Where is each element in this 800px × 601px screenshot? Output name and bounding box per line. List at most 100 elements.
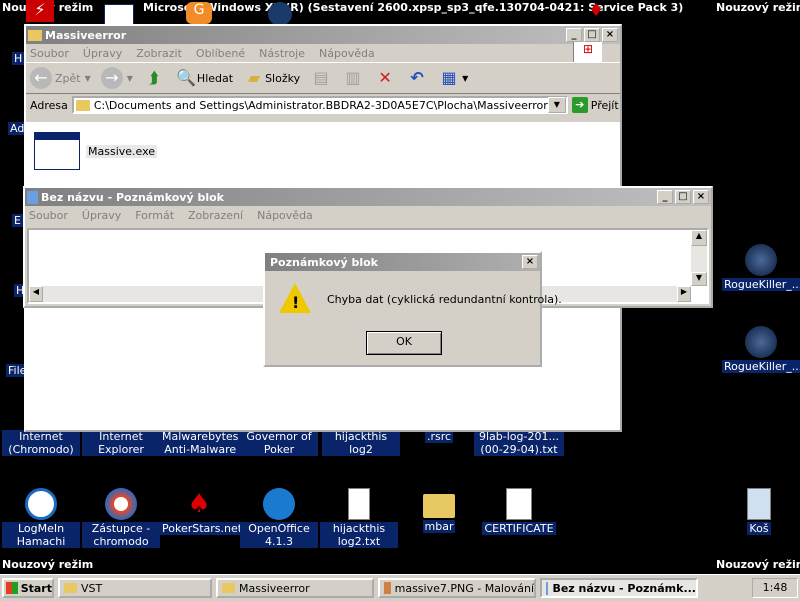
delete-x-icon: ✕ [378, 68, 392, 87]
close-button[interactable]: × [522, 255, 538, 269]
paint-icon [384, 582, 391, 594]
menu-zobrazeni[interactable]: Zobrazení [188, 209, 243, 222]
ok-button[interactable]: OK [366, 331, 442, 355]
task-paint[interactable]: massive7.PNG - Malování [378, 578, 536, 598]
forward-button[interactable]: → ▼ [100, 67, 133, 89]
menu-oblibene[interactable]: Oblíbené [196, 47, 245, 60]
dialog-titlebar[interactable]: Poznámkový blok × [265, 253, 540, 271]
explorer-toolbar: ← Zpět ▼ → ▼ ⮭ 🔍 Hledat ▰ Složky ▤ ▥ ✕ ↶ [26, 62, 620, 94]
partial-icon-label-1[interactable]: H [12, 52, 25, 65]
maximize-button[interactable]: □ [584, 28, 600, 42]
scroll-left-icon[interactable]: ◀ [29, 286, 43, 302]
task-vst[interactable]: VST [58, 578, 212, 598]
task-label: massive7.PNG - Malování [394, 581, 534, 595]
desktop-icon-hijackthis-log2[interactable]: hijackthis log2 [322, 430, 400, 456]
back-button[interactable]: ← Zpět ▼ [30, 67, 91, 89]
windows-flag-icon [6, 582, 18, 594]
copy-to-icon: ▥ [345, 68, 361, 87]
file-item-massive-exe[interactable]: Massive.exe [34, 132, 158, 170]
desktop-icon-label: RogueKiller_... [722, 278, 800, 291]
desktop-icon-label: RogueKiller_... [722, 360, 800, 373]
globe-icon[interactable] [268, 2, 292, 26]
task-label: VST [81, 581, 103, 595]
menu-nastroje[interactable]: Nástroje [259, 47, 305, 60]
clock[interactable]: 1:48 [752, 578, 798, 598]
scroll-down-icon[interactable]: ▼ [691, 272, 707, 286]
vertical-scrollbar[interactable]: ▲ ▼ [691, 230, 707, 286]
scroll-up-icon[interactable]: ▲ [691, 230, 707, 246]
minimize-button[interactable]: _ [566, 28, 582, 42]
desktop-icon-mbar[interactable]: mbar [400, 488, 478, 533]
desktop-icon-label: OpenOffice 4.1.3 [240, 522, 318, 548]
address-dropdown-icon[interactable]: ▼ [547, 97, 566, 113]
desktop-icon-logmein-hamachi[interactable]: LogMeIn Hamachi [2, 488, 80, 548]
go-button[interactable]: ➔ Přejít [571, 97, 619, 113]
desktop-icon-internet-explorer[interactable]: Internet Explorer [82, 430, 160, 456]
desktop-icon-certificate[interactable]: CERTIFICATE [480, 488, 558, 535]
menu-soubor[interactable]: Soubor [30, 47, 69, 60]
task-notepad[interactable]: Bez názvu - Poznámk... [540, 578, 698, 598]
folder-icon [28, 29, 42, 41]
minimize-button[interactable]: _ [657, 190, 673, 204]
orange-app-icon[interactable]: G [186, 2, 212, 24]
delete-button[interactable]: ✕ [374, 67, 396, 89]
up-folder-button[interactable]: ⮭ [143, 67, 165, 89]
desktop-icon-9lab-log[interactable]: 9lab-log-201... (00-29-04).txt [474, 430, 564, 456]
address-bar: Adresa C:\Documents and Settings\Adminis… [26, 94, 620, 116]
menu-napoveda[interactable]: Nápověda [257, 209, 313, 222]
chevron-down-icon: ▼ [84, 73, 91, 83]
desktop-icon-governor-of-poker[interactable]: Governor of Poker [240, 430, 318, 456]
desktop-icon-label: Malwarebytes Anti-Malware [160, 430, 241, 456]
folders-button[interactable]: ▰ Složky [243, 67, 300, 89]
close-button[interactable]: × [602, 28, 618, 42]
folder-icon [222, 583, 235, 593]
menu-napoveda[interactable]: Nápověda [319, 47, 375, 60]
notepad-menubar: Soubor Úpravy Formát Zobrazení Nápověda [25, 206, 711, 224]
explorer-titlebar[interactable]: Massiveerror _ □ × [26, 26, 620, 44]
close-button[interactable]: × [693, 190, 709, 204]
desktop-icon-zastupce-chromodo[interactable]: Zástupce - chromodo [82, 488, 160, 548]
red-diamond-icon[interactable]: ♦ [588, 0, 608, 24]
menu-zobrazit[interactable]: Zobrazit [136, 47, 182, 60]
error-dialog[interactable]: Poznámkový blok × ! Chyba dat (cyklická … [263, 251, 562, 367]
menu-upravy[interactable]: Úpravy [83, 47, 122, 60]
copy-to-button[interactable]: ▥ [342, 67, 364, 89]
menu-format[interactable]: Formát [135, 209, 174, 222]
desktop-icon-roguekiller-1[interactable]: RogueKiller_... [722, 244, 800, 291]
desktop-icon-pokerstars[interactable]: ♠ PokerStars.net [160, 488, 245, 535]
chromodo-icon [105, 488, 137, 520]
notepad-titlebar[interactable]: Bez názvu - Poznámkový blok _ □ × [25, 188, 711, 206]
start-button[interactable]: Start [2, 578, 54, 598]
undo-icon: ↶ [410, 68, 424, 87]
undo-button[interactable]: ↶ [406, 67, 428, 89]
roguekiller-icon [745, 326, 777, 358]
maximize-button[interactable]: □ [675, 190, 691, 204]
desktop-icon-label: hijackthis log2.txt [320, 522, 398, 548]
taskbar: Start VST Massiveerror massive7.PNG - Ma… [0, 574, 800, 601]
pokerstars-icon: ♠ [187, 489, 211, 519]
views-button[interactable]: ▦ ▼ [438, 67, 469, 89]
search-button[interactable]: 🔍 Hledat [175, 67, 233, 89]
partial-icon-label-3[interactable]: E [12, 214, 23, 227]
move-to-button[interactable]: ▤ [310, 67, 332, 89]
task-massiveerror[interactable]: Massiveerror [216, 578, 374, 598]
desktop-icon-label: Koš [747, 522, 771, 535]
antivirus-icon[interactable]: ⚡ [26, 0, 54, 22]
desktop-icon-openoffice[interactable]: OpenOffice 4.1.3 [240, 488, 318, 548]
menu-upravy[interactable]: Úpravy [82, 209, 121, 222]
window-app-icon[interactable] [104, 4, 134, 26]
desktop-icon-label: 9lab-log-201... (00-29-04).txt [474, 430, 564, 456]
desktop-icon-internet-chromodo[interactable]: Internet (Chromodo) [2, 430, 80, 456]
address-input[interactable]: C:\Documents and Settings\Administrator.… [71, 96, 568, 114]
desktop-icon-recycle-bin[interactable]: Koš [720, 488, 798, 535]
explorer-menubar: Soubor Úpravy Zobrazit Oblíbené Nástroje… [26, 42, 620, 62]
desktop-icon-hijackthis-log2-txt[interactable]: hijackthis log2.txt [320, 488, 398, 548]
desktop-icon-roguekiller-2[interactable]: RogueKiller_... [722, 326, 800, 373]
warning-exclamation: ! [292, 293, 300, 312]
desktop-icon-malwarebytes[interactable]: Malwarebytes Anti-Malware [160, 430, 241, 456]
address-value: C:\Documents and Settings\Administrator.… [93, 98, 548, 112]
file-name: Massive.exe [86, 144, 158, 158]
menu-soubor[interactable]: Soubor [29, 209, 68, 222]
scroll-right-icon[interactable]: ▶ [677, 286, 691, 302]
folder-icon [423, 494, 455, 518]
